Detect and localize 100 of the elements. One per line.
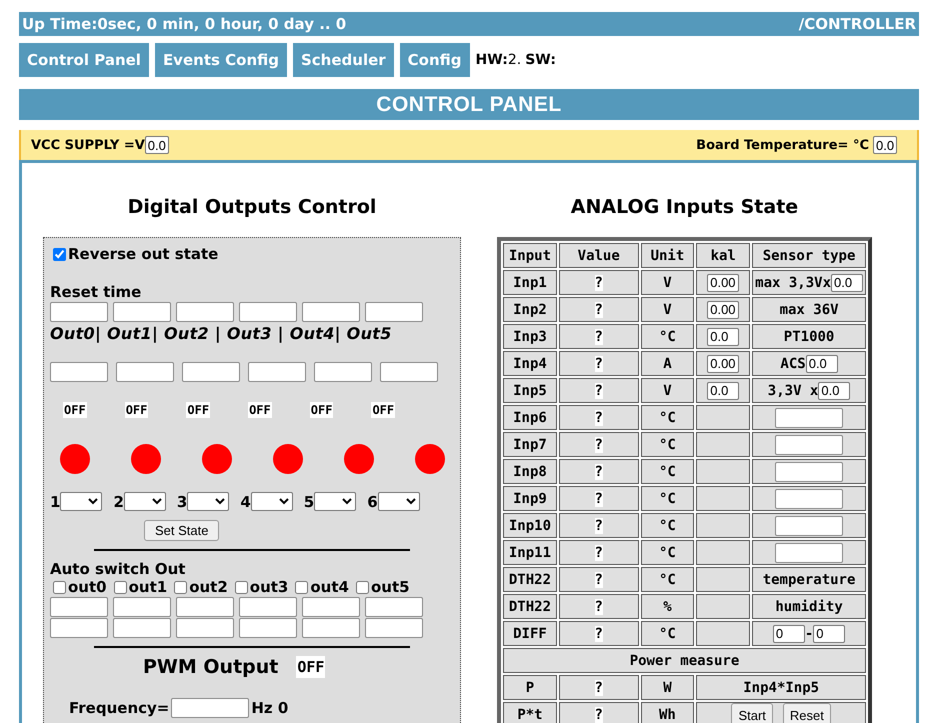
sensor-field[interactable] [775, 408, 844, 428]
table-cell: Inp4 [503, 351, 557, 376]
reverse-checkbox[interactable] [53, 248, 66, 260]
output-field[interactable] [248, 362, 306, 382]
output-field[interactable] [314, 362, 372, 382]
table-cell: Inp8 [503, 459, 557, 484]
output-select[interactable] [250, 492, 293, 511]
auto-off-field[interactable] [365, 618, 423, 638]
auto-checkbox[interactable] [114, 580, 127, 594]
auto-off-field[interactable] [239, 618, 297, 638]
reset-time-label: Reset time [50, 283, 142, 301]
auto-checkbox[interactable] [174, 580, 188, 594]
reset-time-field[interactable] [176, 302, 234, 322]
table-cell: °C [640, 567, 694, 592]
temperature-field[interactable]: 0.0 [873, 136, 897, 154]
table-cell: % [640, 594, 694, 619]
sensor-field[interactable] [775, 462, 844, 482]
auto-on-field[interactable] [302, 597, 360, 617]
output-field[interactable] [116, 362, 174, 382]
vcc-field[interactable]: 0.0 [144, 136, 169, 154]
auto-label: out0 [68, 578, 107, 596]
output-field[interactable] [50, 362, 108, 382]
temperature-label: Board Temperature= °C [696, 138, 869, 152]
sensor-field[interactable] [775, 488, 844, 508]
table-cell: °C [640, 405, 694, 430]
sensor-field[interactable] [775, 542, 844, 562]
reset-time-field[interactable] [50, 302, 108, 322]
auto-on-field[interactable] [176, 597, 234, 617]
auto-checkbox[interactable] [53, 580, 66, 594]
auto-on-field[interactable] [113, 597, 171, 617]
kal-field[interactable]: 0.00 [707, 300, 740, 318]
pwm-title: PWM Output [143, 656, 278, 678]
kal-field[interactable]: 0.0 [707, 328, 740, 346]
auto-checkbox[interactable] [356, 580, 369, 594]
output-select[interactable] [60, 492, 102, 511]
auto-off-field[interactable] [176, 618, 234, 638]
auto-checkbox[interactable] [234, 580, 248, 594]
output-select[interactable] [187, 492, 230, 511]
table-cell: Inp5 [503, 378, 557, 403]
reset-time-field[interactable] [239, 302, 297, 322]
table-cell: Inp10 [503, 513, 557, 538]
range-from-field[interactable]: 0 [772, 624, 805, 642]
power-button[interactable]: Reset [782, 703, 831, 723]
value-text: ? [594, 544, 603, 560]
power-button[interactable]: Start [731, 703, 773, 723]
table-cell: °C [640, 459, 694, 484]
select-label: 3 [176, 492, 188, 510]
value-text: ? [594, 598, 603, 614]
table-cell: Power measure [503, 648, 866, 673]
sensor-field[interactable]: 0.0 [831, 274, 863, 292]
table-cell: DTH22 [503, 567, 557, 592]
auto-off-field[interactable] [113, 618, 171, 638]
kal-field[interactable]: 0.00 [707, 274, 740, 292]
auto-off-field[interactable] [50, 618, 108, 638]
auto-label: out5 [370, 578, 410, 596]
auto-switch-label: Auto switch Out [50, 560, 186, 578]
sensor-field[interactable] [775, 434, 844, 454]
uptime-text: Up Time:0sec, 0 min, 0 hour, 0 day .. 0 [22, 15, 346, 33]
auto-on-field[interactable] [239, 597, 297, 617]
output-state: OFF [310, 402, 334, 418]
hw-label: HW: [476, 52, 508, 68]
sensor-field[interactable]: 0.0 [806, 354, 838, 372]
range-to-field[interactable]: 0 [813, 624, 846, 642]
column-header: kal [696, 243, 750, 268]
auto-off-field[interactable] [302, 618, 360, 638]
frequency-field[interactable] [171, 698, 250, 718]
auto-label: out1 [128, 578, 168, 596]
output-select[interactable] [378, 492, 420, 511]
set-state-button[interactable]: Set State [144, 520, 220, 541]
output-field[interactable] [380, 362, 438, 382]
output-state: OFF [186, 402, 210, 418]
reset-time-field[interactable] [302, 302, 360, 322]
value-text: ? [594, 572, 603, 588]
output-select[interactable] [124, 492, 166, 511]
select-label: 5 [304, 492, 314, 510]
table-cell: Inp6 [503, 405, 557, 430]
table-cell: Inp4*Inp5 [696, 675, 866, 700]
reverse-label: Reverse out state [68, 245, 218, 263]
value-text: ? [594, 356, 603, 372]
auto-on-field[interactable] [365, 597, 423, 617]
column-header: Unit [640, 243, 694, 268]
value-text: ? [594, 436, 603, 452]
table-cell: P*t [503, 702, 557, 723]
output-field[interactable] [182, 362, 240, 382]
sensor-field[interactable] [775, 516, 844, 536]
auto-on-field[interactable] [50, 597, 108, 617]
reset-time-field[interactable] [113, 302, 171, 322]
table-cell: °C [640, 621, 694, 646]
reset-time-field[interactable] [365, 302, 423, 322]
table-cell: Wh [640, 702, 694, 723]
table-cell: Inp9 [503, 486, 557, 511]
vcc-label: VCC SUPPLY =V [31, 138, 145, 152]
sensor-field[interactable]: 0.0 [818, 382, 850, 400]
output-select[interactable] [314, 492, 356, 511]
table-cell: °C [640, 540, 694, 565]
auto-checkbox[interactable] [295, 580, 308, 594]
kal-field[interactable]: 0.00 [707, 354, 740, 372]
table-cell: PT1000 [752, 324, 866, 349]
section-title: ANALOG Inputs State [570, 195, 800, 220]
kal-field[interactable]: 0.0 [707, 382, 740, 400]
